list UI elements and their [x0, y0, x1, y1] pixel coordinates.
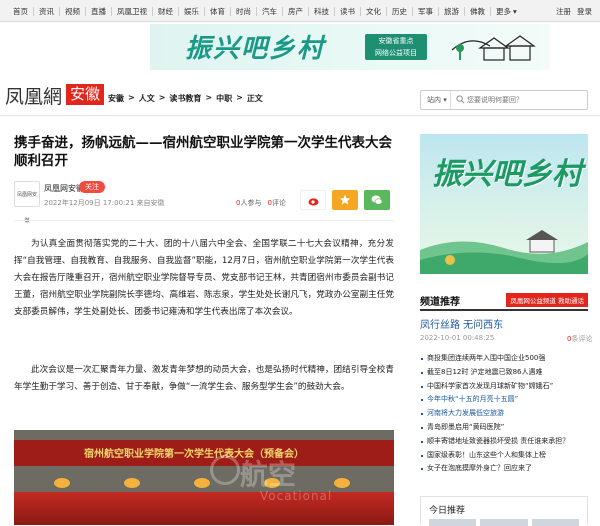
nav-more[interactable]: 更多 ▾ — [491, 7, 522, 16]
source-name[interactable]: 凤凰网安徽 — [44, 183, 84, 194]
sidebar-ad[interactable]: 振兴吧乡村 — [420, 134, 588, 274]
nav-item-tech[interactable]: 科技 — [309, 6, 335, 16]
list-item[interactable]: 国家级表彰！山东这些个人和集体上榜 — [420, 449, 588, 463]
nav-item-auto[interactable]: 汽车 — [257, 6, 283, 16]
participants-count[interactable]: 0人参与 — [236, 198, 261, 208]
watermark-text-en: Vocational — [260, 489, 333, 503]
breadcrumb-sep: > — [236, 93, 243, 102]
list-item[interactable]: 商投集团连续两年入围中国企业500强 — [420, 352, 588, 366]
comments-count[interactable]: 0评论 — [267, 198, 285, 208]
list-item[interactable]: 女子在泡底摸摩外身亡？回应来了 — [420, 462, 588, 476]
breadcrumb-sep: > — [128, 93, 135, 102]
region-logo[interactable]: 安徽 — [66, 84, 105, 105]
divider — [14, 220, 394, 221]
breadcrumb-sep: > — [158, 93, 166, 102]
nav-item-finance[interactable]: 财经 — [153, 6, 179, 16]
breadcrumb-sep: > — [205, 93, 213, 102]
article-paragraph-1: 为认真全面贯彻落实党的二十大、团的十八届六中全会、全国学联二十七大会议精神，充分… — [14, 239, 394, 317]
list-item[interactable]: 河南将大力发展低空旅游 — [420, 407, 588, 421]
channel-nav: 首页 资讯 视频 直播 凤凰卫视 财经 娱乐 体育 时尚 汽车 房产 科技 读书… — [8, 0, 522, 22]
nav-item-sports[interactable]: 体育 — [205, 6, 231, 16]
banner-badge: 安徽省重点 网络公益项目 — [365, 34, 427, 60]
nav-item-live[interactable]: 直播 — [86, 6, 112, 16]
breadcrumb-education[interactable]: 读书教育 — [169, 93, 201, 104]
breadcrumb-vocational[interactable]: 中职 — [216, 93, 232, 104]
favorite-button[interactable] — [332, 190, 358, 210]
list-item[interactable]: 截至8日12时 沪定地震已致86人遇难 — [420, 366, 588, 380]
featured-link[interactable]: 凤行丝路 无问西东 — [420, 316, 503, 331]
nav-item-history[interactable]: 历史 — [387, 6, 413, 16]
nav-more-label: 更多 — [496, 6, 511, 16]
top-nav: 首页 资讯 视频 直播 凤凰卫视 财经 娱乐 体育 时尚 汽车 房产 科技 读书… — [0, 0, 600, 22]
featured-comments-label: 条评论 — [571, 335, 593, 343]
channel-recommend-title: 频道推荐 — [420, 297, 460, 308]
nav-item-phoenix-tv[interactable]: 凤凰卫视 — [112, 6, 153, 16]
nav-item-travel[interactable]: 旅游 — [439, 6, 465, 16]
today-recommend-title: 今日推荐 — [429, 506, 466, 516]
today-recommend: 今日推荐 — [420, 496, 588, 526]
weibo-icon — [308, 198, 319, 206]
banner-badge-line1: 安徽省重点 — [378, 37, 414, 45]
article-stats: 0人参与 0评论 — [236, 198, 286, 208]
search-scope-label: 站内 — [427, 96, 441, 104]
weibo-share-button[interactable] — [300, 190, 326, 210]
charity-badge[interactable]: 凤凰网公益频道 救助通话 — [506, 293, 588, 307]
chevron-down-icon: ▾ — [513, 6, 517, 16]
nav-item-culture[interactable]: 文化 — [361, 6, 387, 16]
publish-date: 2022年12月09日 17:00:21 来自安徽 — [44, 199, 165, 207]
featured-date: 2022-10-01 00:48:25 — [420, 334, 495, 342]
watermark: 航空 Vocational — [60, 453, 420, 513]
watermark-logo-icon — [210, 455, 240, 485]
nav-item-home[interactable]: 首页 — [8, 6, 34, 16]
nav-item-buddhism[interactable]: 佛教 — [465, 6, 491, 16]
follow-button[interactable]: 关注 — [79, 181, 105, 193]
banner-badge-line2: 网络公益项目 — [375, 49, 417, 57]
wechat-share-button[interactable] — [364, 190, 390, 210]
account-links: 注册 登录 — [556, 0, 592, 22]
nav-item-video[interactable]: 视频 — [60, 6, 86, 16]
countryside-illustration-icon — [420, 230, 588, 274]
source-avatar[interactable]: 凤凰网安徽 — [14, 181, 40, 224]
article-paragraph-2: 此次会议是一次汇聚青年力量、激发青年梦想的动员大会，也是弘扬时代精神，团结引导全… — [14, 365, 394, 392]
search-box: 站内 ▾ — [420, 90, 588, 110]
nav-item-ent[interactable]: 娱乐 — [179, 6, 205, 16]
search-input[interactable] — [453, 91, 587, 109]
list-item[interactable]: 今年中秋“十五的月亮十五圆” — [420, 393, 588, 407]
nav-item-fashion[interactable]: 时尚 — [231, 6, 257, 16]
login-link[interactable]: 登录 — [577, 6, 592, 17]
banner-ad[interactable]: 振兴吧乡村 安徽省重点 网络公益项目 — [150, 24, 550, 70]
banner-title: 振兴吧乡村 — [185, 34, 326, 64]
list-item[interactable]: 顺丰寄错地址致瓷器损坏受损 责任谁来承担？ — [420, 435, 588, 449]
participants-label: 人参与 — [240, 199, 262, 207]
search-scope-select[interactable]: 站内 ▾ — [421, 91, 451, 109]
top-banner: 振兴吧乡村 安徽省重点 网络公益项目 — [0, 22, 600, 72]
channel-recommend-header: 频道推荐 凤凰网公益频道 救助通话 — [420, 291, 588, 311]
nav-item-military[interactable]: 军事 — [413, 6, 439, 16]
featured-comments[interactable]: 0条评论 — [567, 334, 592, 344]
chevron-down-icon: ▾ — [443, 96, 447, 104]
breadcrumb-anhui[interactable]: 安徽 — [108, 93, 124, 104]
nav-item-house[interactable]: 房产 — [283, 6, 309, 16]
wechat-icon — [371, 195, 383, 205]
star-icon — [339, 194, 351, 205]
site-header: 凤凰網 安徽 安徽 > 人文 > 读书教育 > 中职 > 正文 站内 ▾ — [0, 78, 600, 116]
comments-label: 评论 — [271, 199, 286, 207]
list-item[interactable]: 青岛即墨启用“黄码医院” — [420, 421, 588, 435]
breadcrumb: 安徽 > 人文 > 读书教育 > 中职 > 正文 — [108, 93, 263, 104]
breadcrumb-culture[interactable]: 人文 — [139, 93, 155, 104]
nav-item-news[interactable]: 资讯 — [34, 6, 60, 16]
watermark-text: 航空 — [240, 458, 297, 491]
village-illustration-icon — [451, 35, 536, 61]
nav-item-books[interactable]: 读书 — [335, 6, 361, 16]
sidebar-ad-title: 振兴吧乡村 — [432, 157, 582, 192]
register-link[interactable]: 注册 — [556, 6, 571, 17]
list-item[interactable]: 中国科学家首次发现月球新矿物“嫦娥石” — [420, 380, 588, 394]
recommend-list: 商投集团连续两年入围中国企业500强 截至8日12时 沪定地震已致86人遇难 中… — [420, 352, 588, 476]
site-logo[interactable]: 凤凰網 — [5, 82, 62, 109]
breadcrumb-current: 正文 — [246, 94, 263, 103]
article-title: 携手奋进，扬帆远航——宿州航空职业学院第一次学生代表大会顺利召开 — [14, 135, 392, 169]
